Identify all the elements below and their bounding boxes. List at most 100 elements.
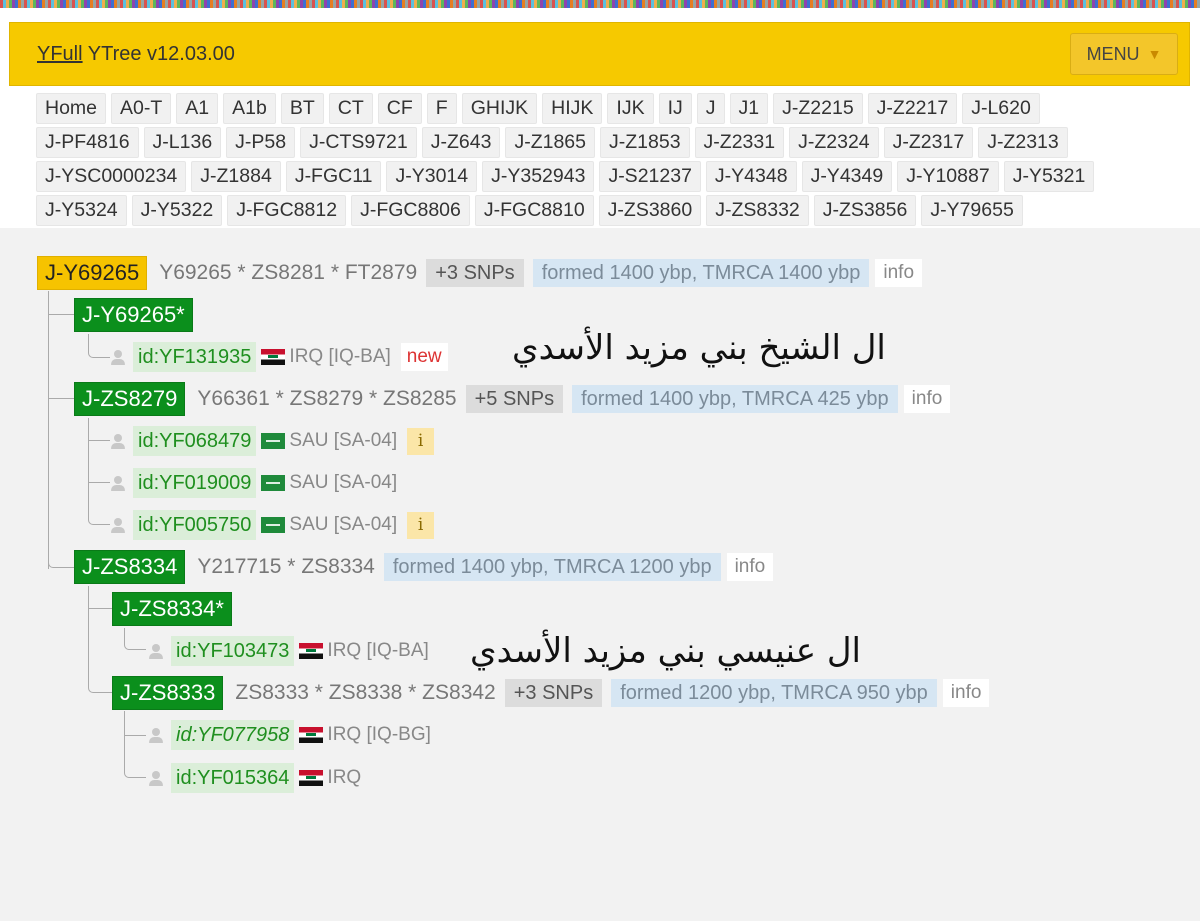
nav-tab[interactable]: J-Y352943 (482, 161, 595, 192)
nav-tab[interactable]: J-ZS8332 (706, 195, 809, 226)
info-link[interactable]: info (903, 385, 951, 413)
nav-tab[interactable]: J1 (729, 93, 769, 124)
info-i-icon[interactable]: i (407, 511, 435, 539)
nav-tab[interactable]: CF (377, 93, 422, 124)
nav-tab[interactable]: J (696, 93, 725, 124)
info-link[interactable]: info (942, 679, 990, 707)
nav-tab[interactable]: J-Z2313 (978, 127, 1068, 158)
haplogroup-nav: Home A0-T A1 A1b BT CT CF F GHIJK HIJK IJK IJ J J1 J-Z… (36, 93, 1166, 229)
haplogroup-badge[interactable]: J-Y69265 (37, 256, 148, 290)
nav-tab[interactable]: J-FGC8810 (474, 195, 594, 226)
tree-connector (88, 334, 110, 358)
haplogroup-badge[interactable]: J-ZS8333 (112, 676, 224, 710)
nav-tab[interactable]: J-Z2317 (883, 127, 974, 158)
tree-node-zs8334: J-ZS8334 Y217715 * ZS8334 formed 1400 yb… (74, 550, 774, 584)
yfull-link[interactable]: YFull (37, 43, 83, 65)
nav-tab[interactable]: J-Y5321 (1003, 161, 1095, 192)
person-icon (148, 727, 164, 743)
haplogroup-badge[interactable]: J-ZS8334 (74, 550, 186, 584)
haplogroup-badge[interactable]: J-ZS8334* (112, 592, 232, 626)
arabic-annotation: ال الشيخ بني مزيد الأسدي (512, 328, 886, 368)
nav-tab[interactable]: J-Y5324 (36, 195, 127, 226)
nav-tab[interactable]: HIJK (542, 93, 603, 124)
tree-connector (48, 528, 74, 568)
sample-id[interactable]: id:YF019009 (133, 468, 257, 498)
nav-tab[interactable]: J-Z1865 (505, 127, 595, 158)
nav-tab[interactable]: CT (328, 93, 373, 124)
sample-id[interactable]: id:YF068479 (133, 426, 257, 456)
tree-connector (48, 398, 74, 399)
nav-row: Home A0-T A1 A1b BT CT CF F GHIJK HIJK IJK IJ J J1 J-Z… (36, 93, 1166, 124)
nav-tab[interactable]: J-Y79655 (921, 195, 1023, 226)
tree-node-zs8279: J-ZS8279 Y66361 * ZS8279 * ZS8285 +5 SNP… (74, 382, 951, 416)
nav-tab[interactable]: J-Y4349 (801, 161, 893, 192)
nav-tab[interactable]: J-P58 (226, 127, 296, 158)
person-icon (110, 349, 126, 365)
nav-tab[interactable]: J-Y4348 (705, 161, 797, 192)
nav-tab[interactable]: J-Z2217 (867, 93, 958, 124)
sample-id[interactable]: id:YF077958 (171, 720, 295, 750)
brand-title: YFull YTree v12.03.00 (37, 43, 235, 66)
haplogroup-badge[interactable]: J-ZS8279 (74, 382, 186, 416)
nav-tab[interactable]: J-Z643 (421, 127, 501, 158)
nav-tab[interactable]: J-Z1853 (600, 127, 690, 158)
nav-tab[interactable]: J-L620 (962, 93, 1040, 124)
iraq-flag-icon (261, 349, 286, 365)
nav-tab[interactable]: J-Z2331 (694, 127, 785, 158)
saudi-flag-icon (261, 517, 286, 533)
sample-row: id:YF131935 IRQ [IQ-BA] new (110, 342, 448, 372)
nav-tab[interactable]: J-Y5322 (131, 195, 223, 226)
nav-tab[interactable]: J-FGC11 (285, 161, 382, 192)
nav-tab[interactable]: J-Z2215 (773, 93, 863, 124)
person-icon (110, 433, 126, 449)
nav-tab[interactable]: J-ZS3860 (598, 195, 702, 226)
nav-tab[interactable]: GHIJK (461, 93, 538, 124)
formed-tmrca-badge: formed 1400 ybp, TMRCA 1200 ybp (383, 553, 721, 581)
saudi-flag-icon (261, 433, 286, 449)
nav-tab[interactable]: J-CTS9721 (300, 127, 417, 158)
sample-id[interactable]: id:YF103473 (171, 636, 295, 666)
info-i-icon[interactable]: i (407, 427, 435, 455)
sample-id[interactable]: id:YF015364 (171, 763, 295, 793)
more-snps-badge[interactable]: +3 SNPs (504, 679, 603, 707)
nav-tab[interactable]: J-Y3014 (386, 161, 478, 192)
nav-tab[interactable]: A0-T (111, 93, 172, 124)
snp-list: Y217715 * ZS8334 (197, 555, 375, 578)
info-link[interactable]: info (726, 553, 774, 581)
nav-tab[interactable]: J-S21237 (599, 161, 701, 192)
info-link[interactable]: info (875, 259, 923, 287)
sample-row: id:YF019009 SAU [SA-04] (110, 468, 397, 498)
nav-tab[interactable]: A1 (176, 93, 219, 124)
tree-connector (124, 628, 146, 650)
nav-tab[interactable]: F (426, 93, 457, 124)
tree-node-y69265-star: J-Y69265* (74, 298, 193, 332)
more-snps-badge[interactable]: +5 SNPs (465, 385, 564, 413)
nav-tab[interactable]: J-ZS3856 (813, 195, 917, 226)
header-bar: YFull YTree v12.03.00 MENU ▼ (9, 22, 1190, 86)
haplogroup-badge[interactable]: J-Y69265* (74, 298, 193, 332)
nav-tab[interactable]: IJ (658, 93, 692, 124)
more-snps-badge[interactable]: +3 SNPs (426, 259, 524, 287)
nav-tab[interactable]: IJK (607, 93, 654, 124)
formed-tmrca-badge: formed 1400 ybp, TMRCA 425 ybp (572, 385, 898, 413)
sample-id[interactable]: id:YF131935 (133, 342, 257, 372)
nav-tab[interactable]: A1b (223, 93, 276, 124)
nav-tab[interactable]: Home (36, 93, 107, 124)
nav-tab[interactable]: J-YSC0000234 (36, 161, 187, 192)
sample-row: id:YF068479 SAU [SA-04] i (110, 426, 435, 456)
nav-tab[interactable]: J-Z1884 (191, 161, 281, 192)
tree-connector (88, 653, 112, 693)
iraq-flag-icon (299, 727, 324, 743)
nav-tab[interactable]: J-L136 (143, 127, 222, 158)
sample-id[interactable]: id:YF005750 (133, 510, 257, 540)
nav-tab[interactable]: J-FGC8806 (351, 195, 470, 226)
tree-connector (88, 498, 110, 525)
nav-tab[interactable]: J-Y10887 (897, 161, 999, 192)
menu-button[interactable]: MENU ▼ (1070, 33, 1178, 75)
arabic-annotation: ال عنيسي بني مزيد الأسدي (470, 631, 861, 671)
nav-tab[interactable]: J-FGC8812 (227, 195, 347, 226)
nav-tab[interactable]: J-Z2324 (789, 127, 879, 158)
nav-tab[interactable]: J-PF4816 (36, 127, 139, 158)
sample-row: id:YF103473 IRQ [IQ-BA] (148, 636, 429, 666)
nav-tab[interactable]: BT (280, 93, 324, 124)
